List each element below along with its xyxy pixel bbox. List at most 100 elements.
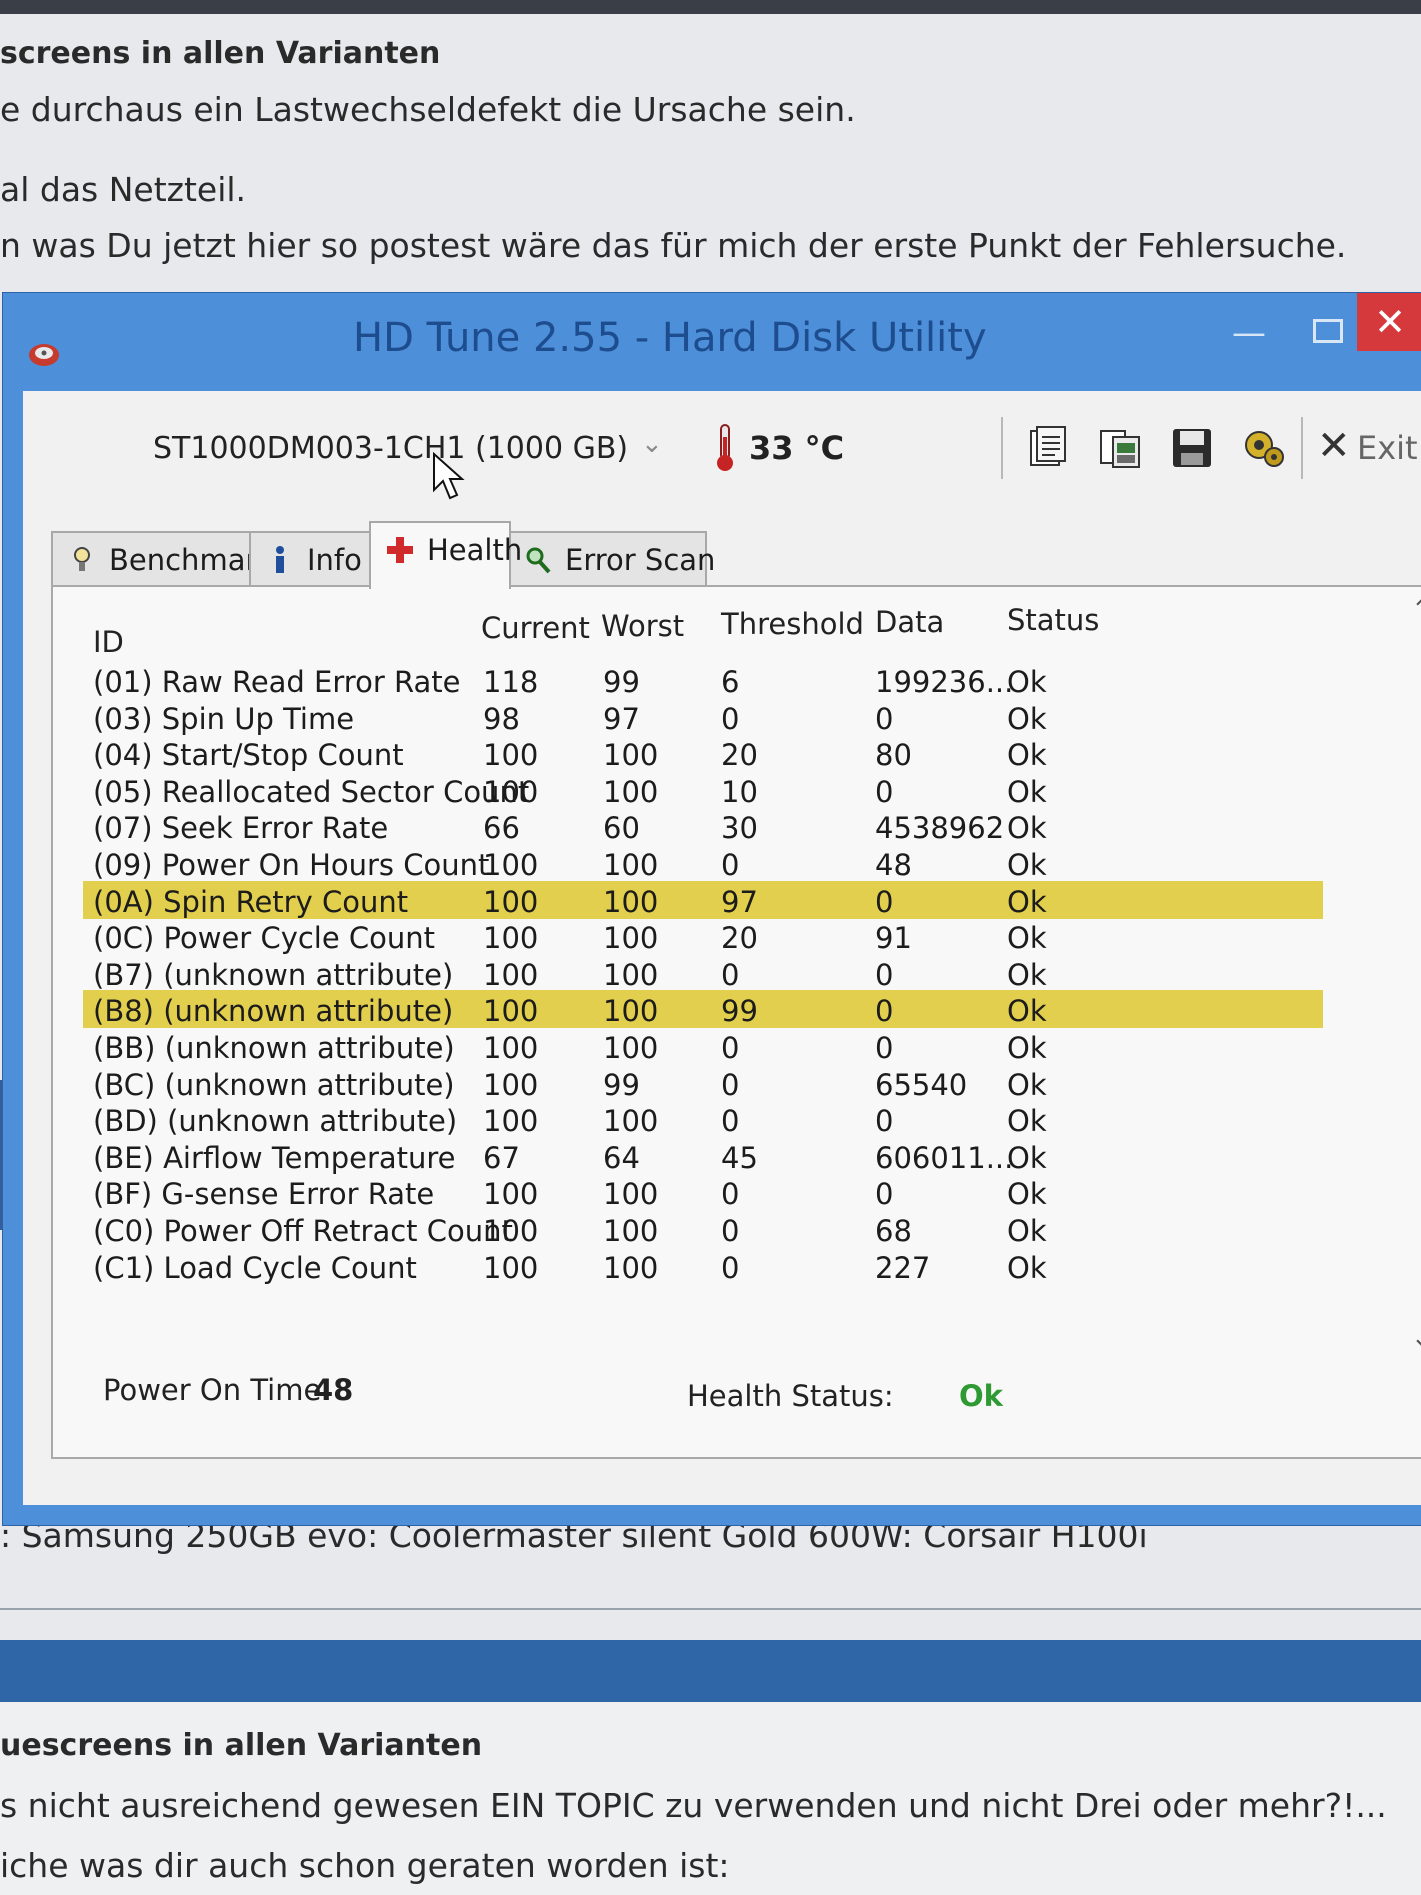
cell-worst: 99 — [603, 665, 640, 699]
cell-id: (BF) G-sense Error Rate — [93, 1177, 435, 1212]
cell-current: 67 — [483, 1140, 520, 1175]
cell-current: 100 — [483, 738, 539, 773]
table-row[interactable]: (05) Reallocated Sector Count 100 100 10 0 Ok — [83, 771, 1323, 809]
cell-current: 98 — [483, 701, 520, 736]
cell-id: (BD) (unknown attribute) — [93, 1104, 458, 1139]
cell-data: 91 — [875, 921, 912, 956]
table-row[interactable]: (BC) (unknown attribute) 100 99 0 65540 Ok — [83, 1064, 1323, 1102]
cell-data: 0 — [875, 1031, 894, 1065]
column-header-status[interactable]: Status — [1007, 603, 1099, 637]
cell-data: 0 — [875, 1104, 894, 1139]
cell-status: Ok — [1007, 774, 1047, 809]
table-row[interactable]: (BF) G-sense Error Rate 100 100 0 0 Ok — [83, 1173, 1323, 1211]
cell-status: Ok — [1007, 1250, 1047, 1285]
power-on-time-label: Power On Time: — [103, 1373, 332, 1407]
save-icon[interactable] — [1169, 425, 1215, 471]
cell-status: Ok — [1007, 1214, 1047, 1248]
column-header-worst[interactable]: Worst — [601, 609, 684, 643]
table-row[interactable]: (07) Seek Error Rate 66 60 30 4538962 Ok — [83, 807, 1323, 845]
maximize-icon — [1313, 319, 1343, 343]
maximize-button[interactable] — [1305, 311, 1345, 351]
exit-icon: ✕ — [1317, 423, 1351, 469]
table-row[interactable]: (0A) Spin Retry Count 100 100 97 0 Ok — [83, 880, 1323, 919]
cell-current: 100 — [483, 957, 539, 992]
table-row[interactable]: (09) Power On Hours Count 100 100 0 48 Ok — [83, 844, 1323, 882]
table-row[interactable]: (0C) Power Cycle Count 100 100 20 91 Ok — [83, 917, 1323, 955]
cell-status: Ok — [1007, 738, 1047, 773]
table-row[interactable]: (BD) (unknown attribute) 100 100 0 0 Ok — [83, 1100, 1323, 1138]
table-row[interactable]: (C0) Power Off Retract Count 100 100 0 68 Ok — [83, 1210, 1323, 1248]
table-row[interactable]: (04) Start/Stop Count 100 100 20 80 Ok — [83, 734, 1323, 772]
table-row[interactable]: (BB) (unknown attribute) 100 100 0 0 Ok — [83, 1027, 1323, 1065]
exit-label: Exit — [1357, 429, 1418, 467]
copy-text-icon[interactable] — [1025, 425, 1071, 471]
health-cross-icon — [387, 537, 413, 563]
cell-threshold: 0 — [721, 1031, 740, 1065]
tab-info[interactable]: Info — [249, 531, 373, 585]
cell-worst: 100 — [603, 957, 659, 992]
forum-post-heading: uescreens in allen Varianten — [0, 1728, 483, 1763]
column-header-threshold[interactable]: Threshold — [721, 607, 864, 641]
cell-id: (C0) Power Off Retract Count — [93, 1214, 513, 1248]
scroll-down-icon[interactable]: ⌄ — [1411, 1323, 1421, 1353]
minimize-button[interactable]: — — [1229, 313, 1269, 353]
health-status-value: Ok — [959, 1379, 1003, 1413]
forum-post-line: n was Du jetzt hier so postest wäre das … — [0, 226, 1347, 265]
table-row[interactable]: (C1) Load Cycle Count 100 100 0 227 Ok — [83, 1247, 1323, 1285]
cell-status: Ok — [1007, 848, 1047, 882]
forum-post-line: al das Netzteil. — [0, 170, 247, 209]
app-icon[interactable] — [27, 339, 61, 369]
table-row[interactable]: (BE) Airflow Temperature 67 64 45 606011... O… — [83, 1137, 1323, 1175]
tab-benchmark[interactable]: Benchmark — [51, 531, 274, 585]
cell-status: Ok — [1007, 811, 1047, 846]
cell-current: 118 — [483, 665, 539, 699]
cell-id: (C1) Load Cycle Count — [93, 1250, 417, 1285]
column-header-current[interactable]: Current — [481, 611, 590, 645]
browser-top-edge — [0, 0, 1421, 14]
benchmark-icon — [74, 547, 90, 571]
cell-threshold: 97 — [721, 884, 758, 919]
title-bar[interactable]: HD Tune 2.55 - Hard Disk Utility — ✕ — [3, 293, 1421, 391]
cell-worst: 100 — [603, 1250, 659, 1285]
cell-id: (BB) (unknown attribute) — [93, 1031, 455, 1065]
table-row[interactable]: (01) Raw Read Error Rate 118 99 6 199236... O… — [83, 661, 1323, 699]
cell-worst: 100 — [603, 848, 659, 882]
column-header-id[interactable]: ID — [93, 625, 124, 659]
cell-threshold: 30 — [721, 811, 758, 846]
cell-data: 199236... — [875, 665, 1014, 699]
smart-attributes-table[interactable]: ID Current Worst Threshold Data Status (… — [73, 597, 1373, 1357]
cell-current: 100 — [483, 1104, 539, 1139]
scroll-up-icon[interactable]: ⌃ — [1411, 595, 1421, 625]
cell-status: Ok — [1007, 1067, 1047, 1102]
exit-button[interactable]: ✕ Exit — [1317, 423, 1421, 473]
forum-divider — [0, 1608, 1421, 1610]
table-row[interactable]: (B7) (unknown attribute) 100 100 0 0 Ok — [83, 954, 1323, 992]
cell-data: 68 — [875, 1214, 912, 1248]
cell-data: 0 — [875, 774, 894, 809]
cell-worst: 100 — [603, 774, 659, 809]
toolbar-separator — [1001, 417, 1003, 479]
cell-worst: 100 — [603, 921, 659, 956]
cell-status: Ok — [1007, 665, 1047, 699]
tab-label: Error Scan — [565, 543, 716, 577]
cell-current: 100 — [483, 1250, 539, 1285]
options-icon[interactable] — [1241, 425, 1287, 471]
cell-threshold: 0 — [721, 1250, 740, 1285]
cell-id: (0C) Power Cycle Count — [93, 921, 436, 956]
cell-data: 227 — [875, 1250, 931, 1285]
health-panel: ID Current Worst Threshold Data Status (… — [51, 585, 1421, 1459]
column-header-data[interactable]: Data — [875, 605, 944, 639]
tab-error-scan[interactable]: Error Scan — [507, 531, 715, 585]
forum-post-heading: screens in allen Varianten — [0, 36, 441, 71]
cell-status: Ok — [1007, 884, 1047, 919]
table-row[interactable]: (03) Spin Up Time 98 97 0 0 Ok — [83, 698, 1323, 736]
close-button[interactable]: ✕ — [1357, 293, 1421, 351]
tab-health[interactable]: Health — [369, 521, 522, 589]
cell-id: (B8) (unknown attribute) — [93, 994, 454, 1029]
drive-select[interactable]: ST1000DM003-1CH1 (1000 GB) ⌄ — [111, 425, 691, 473]
cell-threshold: 0 — [721, 701, 740, 736]
health-footer: Power On Time: 48 Health Status: Ok — [83, 1367, 1383, 1427]
magnifier-icon — [526, 547, 551, 574]
table-row[interactable]: (B8) (unknown attribute) 100 100 99 0 Ok — [83, 990, 1323, 1029]
copy-screenshot-icon[interactable] — [1097, 425, 1143, 471]
